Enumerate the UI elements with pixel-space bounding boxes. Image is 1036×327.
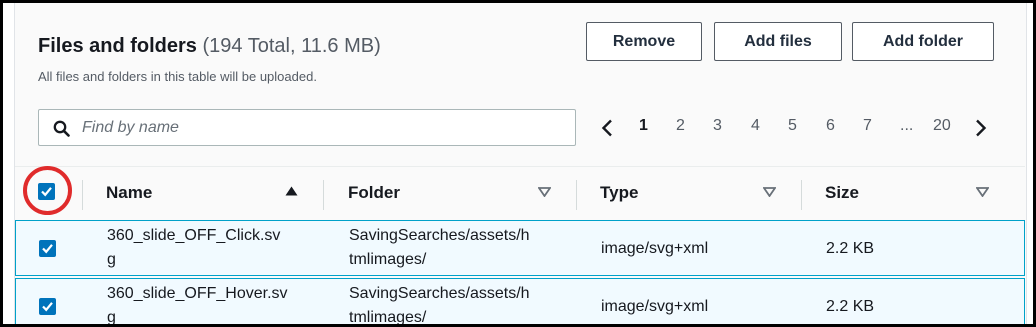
table-top-rule [15, 166, 1025, 167]
checkmark-icon [42, 244, 53, 254]
row-type-cell: image/svg+xml [601, 240, 709, 257]
sort-unsorted-icon[interactable] [763, 187, 776, 197]
page-20[interactable]: 20 [933, 117, 951, 135]
add-folder-button[interactable]: Add folder [852, 22, 994, 61]
chevron-right-icon[interactable] [975, 119, 987, 137]
column-header-name[interactable]: Name [106, 183, 152, 203]
table-row[interactable]: 360_slide_OFF_Click.sv g SavingSearches/… [15, 220, 1025, 276]
row-name-cell: 360_slide_OFF_Click.sv g [107, 224, 280, 272]
page-3[interactable]: 3 [713, 117, 722, 135]
row-name-line: g [107, 309, 116, 326]
column-divider [801, 180, 802, 210]
row-name-line: 360_slide_OFF_Hover.sv [107, 285, 288, 302]
row-name-line: 360_slide_OFF_Click.sv [107, 227, 281, 244]
row-folder-line: tmlimages/ [349, 309, 427, 326]
sort-unsorted-icon[interactable] [976, 187, 989, 197]
screenshot-frame: Files and folders (194 Total, 11.6 MB) A… [0, 0, 1036, 327]
row-type-cell: image/svg+xml [601, 298, 709, 315]
row-checkbox[interactable] [39, 240, 56, 257]
page-6[interactable]: 6 [826, 117, 835, 135]
add-files-button[interactable]: Add files [714, 22, 842, 61]
page-ellipsis: ... [900, 117, 914, 134]
column-divider [323, 180, 324, 210]
column-header-size[interactable]: Size [825, 183, 859, 203]
row-folder-line: SavingSearches/assets/h [349, 285, 530, 302]
panel-title-counter: (194 Total, 11.6 MB) [202, 35, 381, 57]
row-size-cell: 2.2 KB [826, 298, 875, 315]
chevron-left-icon[interactable] [601, 119, 613, 137]
row-folder-cell: SavingSearches/assets/h tmlimages/ [349, 224, 530, 272]
page-5[interactable]: 5 [788, 117, 797, 135]
panel-title-text: Files and folders [38, 35, 197, 57]
row-size-cell: 2.2 KB [826, 240, 875, 257]
panel-description: All files and folders in this table will… [38, 69, 317, 84]
search-input[interactable]: Find by name [38, 109, 576, 146]
search-icon [53, 120, 70, 137]
row-name-cell: 360_slide_OFF_Hover.sv g [107, 282, 288, 326]
column-header-folder[interactable]: Folder [348, 183, 400, 203]
page-2[interactable]: 2 [676, 117, 685, 135]
table-row[interactable]: 360_slide_OFF_Hover.sv g SavingSearches/… [15, 278, 1025, 326]
row-folder-line: SavingSearches/assets/h [349, 227, 530, 244]
page-1[interactable]: 1 [639, 117, 648, 135]
search-placeholder: Find by name [82, 119, 179, 136]
row-folder-line: tmlimages/ [349, 251, 427, 268]
panel-title: Files and folders (194 Total, 11.6 MB) [38, 35, 381, 58]
highlight-circle [23, 166, 72, 215]
column-header-type[interactable]: Type [600, 183, 638, 203]
column-divider [576, 180, 577, 210]
row-folder-cell: SavingSearches/assets/h tmlimages/ [349, 282, 530, 326]
page-4[interactable]: 4 [751, 117, 760, 135]
column-divider [82, 180, 83, 210]
checkmark-icon [42, 302, 53, 312]
sort-ascending-icon[interactable] [285, 186, 298, 196]
sort-unsorted-icon[interactable] [538, 187, 551, 197]
remove-button[interactable]: Remove [586, 22, 702, 61]
page-7[interactable]: 7 [863, 117, 872, 135]
row-name-line: g [107, 251, 116, 268]
row-checkbox[interactable] [39, 298, 56, 315]
